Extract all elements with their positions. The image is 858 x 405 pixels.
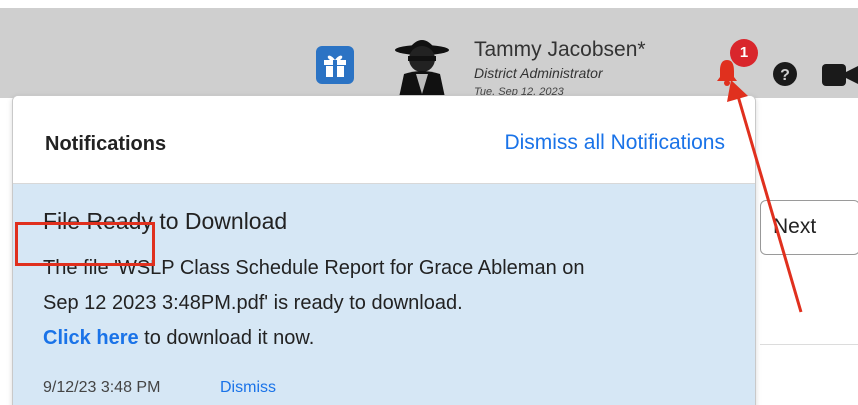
notification-timestamp: 9/12/23 3:48 PM	[43, 379, 161, 396]
user-name: Tammy Jacobsen*	[474, 38, 646, 61]
svg-text:?: ?	[780, 67, 790, 84]
notification-count-badge: 1	[730, 39, 758, 67]
top-header-bar: Tammy Jacobsen* District Administrator T…	[0, 8, 858, 102]
notifications-header: Notifications Dismiss all Notifications	[13, 96, 755, 184]
notifications-title: Notifications	[45, 133, 167, 155]
help-icon[interactable]: ?	[773, 62, 797, 86]
download-suffix: to download it now.	[138, 327, 315, 349]
dismiss-all-link[interactable]: Dismiss all Notifications	[504, 131, 725, 155]
divider	[760, 344, 858, 345]
dismiss-link[interactable]: Dismiss	[220, 379, 276, 397]
click-here-link[interactable]: Click here	[43, 327, 139, 349]
notification-body-line: Sep 12 2023 3:48PM.pdf' is ready to down…	[43, 292, 463, 314]
download-line: Click here to download it now.	[43, 321, 585, 356]
click-here-highlight-box	[15, 222, 155, 266]
video-icon[interactable]	[822, 62, 858, 88]
notification-body: The file 'WSLP Class Schedule Report for…	[43, 251, 585, 356]
notification-item: File Ready to Download The file 'WSLP Cl…	[13, 184, 755, 405]
spy-avatar-icon	[395, 40, 449, 102]
user-role: District Administrator	[474, 65, 603, 81]
next-button[interactable]: Next	[760, 200, 858, 255]
gift-icon[interactable]	[316, 46, 354, 84]
